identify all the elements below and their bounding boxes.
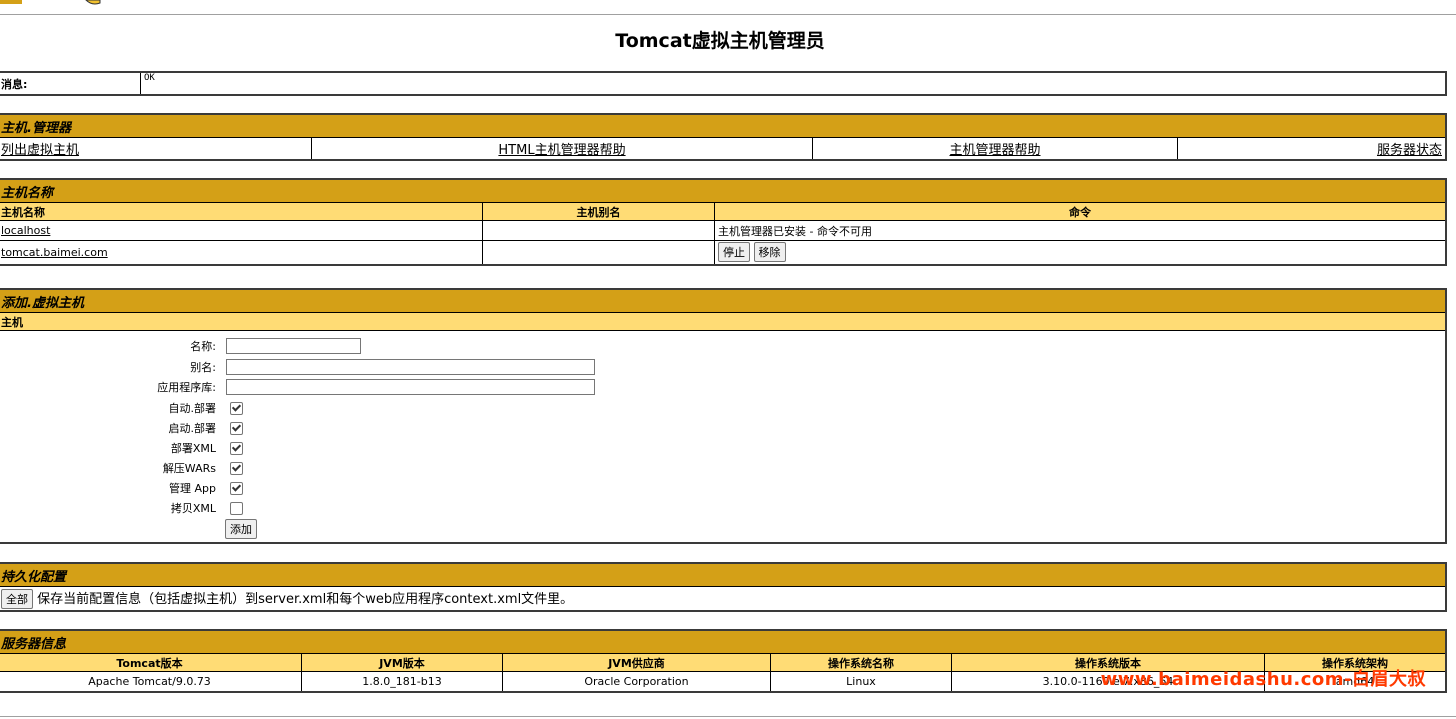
persist-all-button[interactable]: 全部	[1, 588, 33, 609]
auto-deploy-checkbox[interactable]	[230, 401, 243, 415]
auto-deploy-label: 自动.部署	[168, 402, 217, 415]
persist-table: 持久化配置 全部 保存当前配置信息（包括虚拟主机）到server.xml和每个w…	[0, 562, 1447, 612]
header-host-alias: 主机别名	[482, 202, 715, 221]
tomcat-logo	[0, 0, 101, 5]
jvm-version-value: 1.8.0_181-b13	[301, 671, 503, 692]
host-link-tomcat-baimei[interactable]: tomcat.baimei.com	[1, 246, 108, 259]
manager-app-label: 管理 App	[169, 482, 216, 495]
app-base-label: 应用程序库:	[157, 381, 216, 394]
host-command-text: 主机管理器已安装 - 命令不可用	[714, 220, 1447, 241]
header-tomcat-version: Tomcat版本	[0, 653, 302, 672]
host-manager-title: 主机.管理器	[0, 113, 1447, 138]
header-jvm-version: JVM版本	[301, 653, 503, 672]
header-os-name: 操作系统名称	[770, 653, 952, 672]
deploy-xml-label: 部署XML	[170, 442, 216, 455]
server-info-title: 服务器信息	[0, 629, 1447, 654]
host-alias-cell	[482, 240, 715, 265]
message-table: 消息: OK	[0, 71, 1447, 96]
page-title: Tomcat虚拟主机管理员	[615, 30, 825, 52]
host-link-localhost[interactable]: localhost	[1, 224, 50, 237]
top-divider	[0, 14, 1456, 15]
header-jvm-vendor: JVM供应商	[502, 653, 771, 672]
server-status-link[interactable]: 服务器状态	[1377, 143, 1442, 158]
app-base-input[interactable]	[226, 379, 595, 395]
add-host-title: 添加.虚拟主机	[0, 288, 1447, 313]
copy-xml-checkbox[interactable]	[230, 501, 243, 515]
message-label: 消息:	[0, 71, 141, 96]
copy-xml-label: 拷贝XML	[170, 502, 216, 515]
tomcat-version-value: Apache Tomcat/9.0.73	[0, 671, 302, 692]
stop-button[interactable]: 停止	[718, 242, 750, 263]
unpack-wars-checkbox[interactable]	[230, 461, 243, 475]
add-host-subtitle: 主机	[0, 312, 1447, 331]
host-manager-table: 主机.管理器 列出虚拟主机 HTML主机管理器帮助 主机管理器帮助 服务器状态	[0, 113, 1447, 161]
host-alias-cell	[482, 220, 715, 241]
table-row: localhost 主机管理器已安装 - 命令不可用	[0, 220, 1447, 241]
bottom-divider	[0, 716, 1456, 717]
html-host-manager-help-link[interactable]: HTML主机管理器帮助	[498, 143, 625, 158]
deploy-on-startup-checkbox[interactable]	[230, 421, 243, 435]
header-host-name: 主机名称	[0, 202, 483, 221]
unpack-wars-label: 解压WARs	[162, 462, 216, 475]
persist-description: 保存当前配置信息（包括虚拟主机）到server.xml和每个web应用程序con…	[37, 591, 574, 607]
os-name-value: Linux	[770, 671, 952, 692]
table-row: tomcat.baimei.com 停止 移除	[0, 240, 1447, 265]
header-commands: 命令	[714, 202, 1447, 221]
deploy-on-startup-label: 启动.部署	[168, 422, 217, 435]
watermark-text: www.baimeidashu.com-白眉大叔	[1100, 669, 1426, 690]
persist-title: 持久化配置	[0, 562, 1447, 587]
manager-app-checkbox[interactable]	[230, 481, 243, 495]
aliases-label: 别名:	[190, 361, 216, 374]
list-hosts-link[interactable]: 列出虚拟主机	[1, 143, 79, 158]
message-value: OK	[140, 71, 1447, 96]
deploy-xml-checkbox[interactable]	[230, 441, 243, 455]
jvm-vendor-value: Oracle Corporation	[502, 671, 771, 692]
host-manager-help-link[interactable]: 主机管理器帮助	[949, 143, 1040, 158]
host-name-input[interactable]	[226, 338, 361, 354]
add-host-button[interactable]: 添加	[225, 519, 257, 539]
aliases-input[interactable]	[226, 359, 595, 375]
name-label: 名称:	[190, 340, 216, 353]
remove-button[interactable]: 移除	[753, 242, 786, 263]
host-list-table: 主机名称 主机名称 主机别名 命令 localhost 主机管理器已安装 - 命…	[0, 178, 1447, 266]
host-list-title: 主机名称	[0, 178, 1447, 203]
